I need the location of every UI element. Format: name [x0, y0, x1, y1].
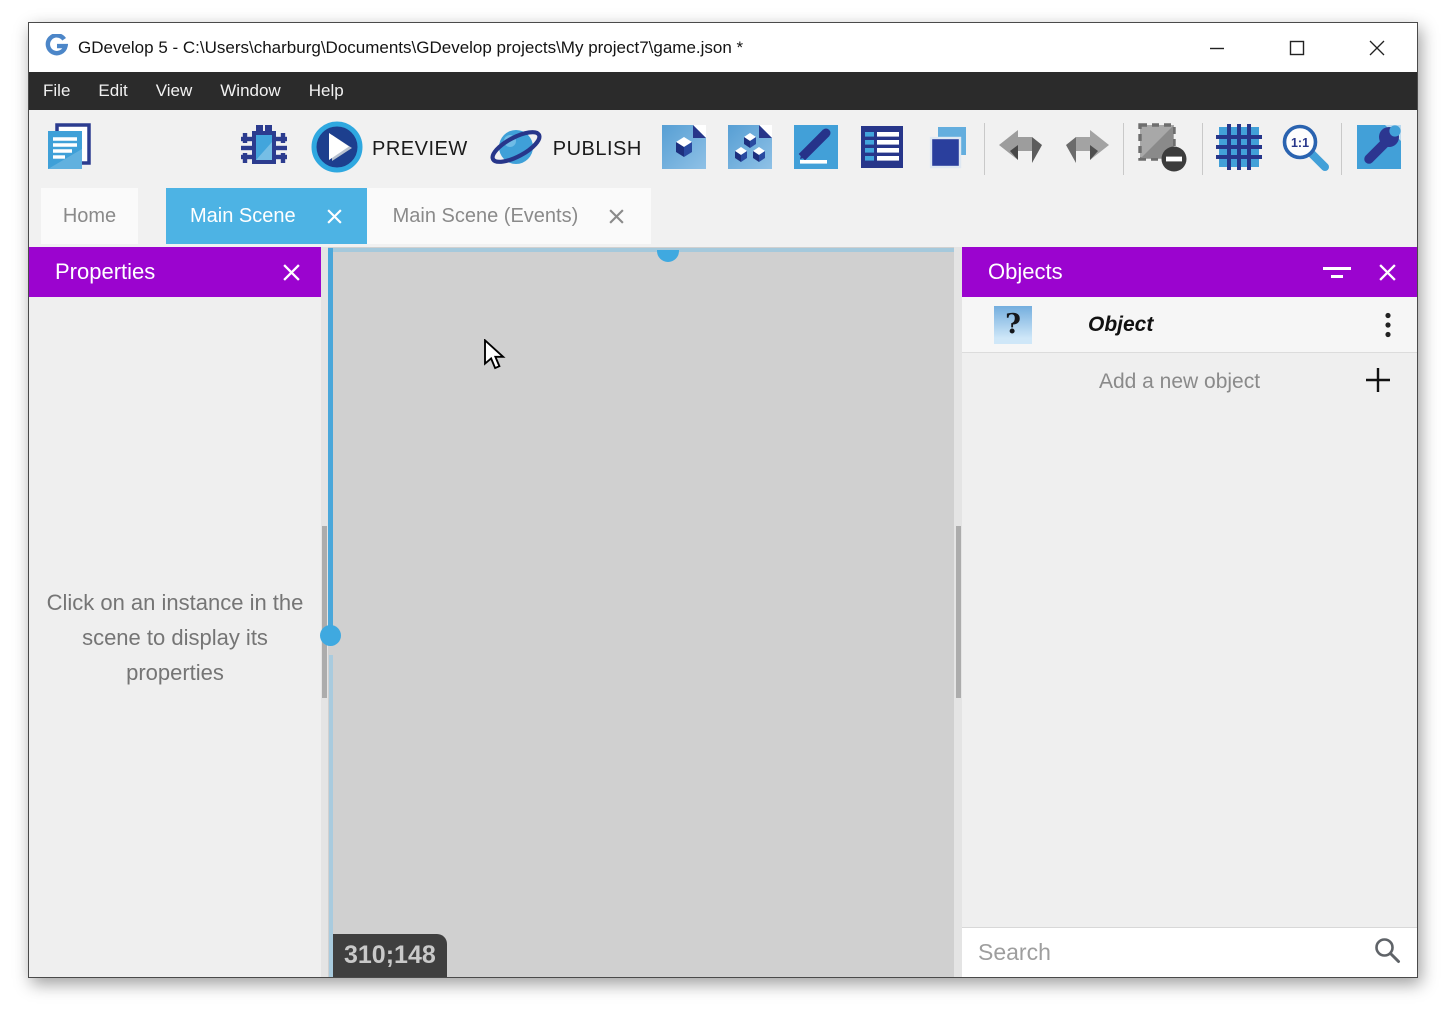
- close-panel-icon[interactable]: [282, 263, 301, 282]
- panel-resize-handle[interactable]: [954, 247, 962, 977]
- toolbar-separator: [984, 123, 985, 175]
- menu-file[interactable]: File: [29, 72, 84, 110]
- title-bar: GDevelop 5 - C:\Users\charburg\Documents…: [29, 23, 1417, 72]
- properties-panel-title: Properties: [55, 259, 155, 285]
- window-controls: [1177, 23, 1417, 72]
- publish-globe-icon: [488, 120, 544, 179]
- close-window-button[interactable]: [1337, 23, 1417, 72]
- debug-icon[interactable]: [239, 122, 289, 177]
- objects-panel-title: Objects: [988, 259, 1063, 285]
- canvas-vertical-scrollbar[interactable]: [328, 248, 333, 635]
- tab-label: Main Scene (Events): [393, 205, 579, 228]
- publish-button[interactable]: PUBLISH: [488, 120, 642, 179]
- canvas-vertical-scrollbar[interactable]: [329, 655, 333, 977]
- svg-text:1:1: 1:1: [1291, 136, 1309, 150]
- tab-bar: Home Main Scene Main Scene (Events): [29, 188, 1417, 244]
- project-manager-icon[interactable]: [43, 122, 95, 177]
- object-list-item[interactable]: ? Object: [962, 297, 1417, 353]
- toolbar-separator: [1341, 123, 1342, 175]
- layers-icon[interactable]: [924, 123, 972, 176]
- close-tab-icon[interactable]: [326, 208, 343, 225]
- filter-icon[interactable]: [1322, 264, 1352, 280]
- canvas-horizontal-scrollbar[interactable]: [333, 248, 954, 252]
- search-icon[interactable]: [1373, 936, 1401, 969]
- gdevelop-window: GDevelop 5 - C:\Users\charburg\Documents…: [28, 22, 1418, 978]
- add-new-object-row[interactable]: Add a new object: [962, 353, 1417, 411]
- mouse-cursor-icon: [483, 339, 507, 376]
- desktop-background: GDevelop 5 - C:\Users\charburg\Documents…: [0, 0, 1456, 1013]
- scene-properties-icon[interactable]: [792, 123, 840, 176]
- menu-view[interactable]: View: [142, 72, 207, 110]
- scene-canvas[interactable]: 310;148: [328, 247, 954, 977]
- tab-main-scene[interactable]: Main Scene: [166, 188, 367, 244]
- redo-icon[interactable]: [1063, 128, 1111, 171]
- add-object-label: Add a new object: [994, 370, 1365, 394]
- instances-list-icon[interactable]: [726, 123, 774, 176]
- undo-icon[interactable]: [997, 128, 1045, 171]
- maximize-button[interactable]: [1257, 23, 1337, 72]
- properties-empty-message: Click on an instance in the scene to dis…: [41, 585, 309, 690]
- deselect-mask-icon[interactable]: [1136, 121, 1190, 178]
- menu-edit[interactable]: Edit: [84, 72, 141, 110]
- tab-label: Home: [63, 205, 116, 228]
- preview-play-icon: [311, 121, 363, 178]
- events-sheet-icon[interactable]: [858, 123, 906, 176]
- close-tab-icon[interactable]: [608, 208, 625, 225]
- properties-panel-header: Properties: [29, 247, 321, 297]
- search-input[interactable]: [978, 939, 1373, 966]
- toolbar-separator: [1202, 123, 1203, 175]
- objects-panel-header: Objects: [962, 247, 1417, 297]
- vertical-scroll-thumb[interactable]: [320, 625, 341, 646]
- objects-panel: Objects ? Object: [962, 247, 1417, 977]
- toolbar: PREVIEW PUBLISH: [29, 110, 1417, 188]
- main-content: Properties Click on an instance in the s…: [29, 244, 1417, 977]
- menu-window[interactable]: Window: [206, 72, 294, 110]
- publish-label: PUBLISH: [553, 138, 642, 161]
- close-panel-icon[interactable]: [1378, 263, 1397, 282]
- properties-panel: Properties Click on an instance in the s…: [29, 247, 321, 977]
- plus-icon[interactable]: [1365, 367, 1391, 398]
- resize-handle-thumb[interactable]: [956, 526, 961, 698]
- grid-icon[interactable]: [1215, 123, 1263, 176]
- tab-label: Main Scene: [190, 205, 296, 228]
- cursor-coordinates-badge: 310;148: [333, 934, 447, 977]
- menu-help[interactable]: Help: [295, 72, 358, 110]
- window-title: GDevelop 5 - C:\Users\charburg\Documents…: [78, 38, 743, 58]
- minimize-button[interactable]: [1177, 23, 1257, 72]
- resize-handle-thumb[interactable]: [322, 526, 327, 698]
- object-name: Object: [1088, 313, 1153, 337]
- settings-wrench-icon[interactable]: [1354, 122, 1404, 177]
- toolbar-separator: [1123, 123, 1124, 175]
- objects-editor-icon[interactable]: [660, 123, 708, 176]
- object-thumbnail-question-icon: ?: [994, 306, 1032, 344]
- object-options-menu-icon[interactable]: [1385, 312, 1391, 338]
- objects-list-empty-area: [962, 411, 1417, 927]
- properties-panel-body: Click on an instance in the scene to dis…: [29, 297, 321, 977]
- preview-label: PREVIEW: [372, 138, 468, 161]
- tab-home[interactable]: Home: [41, 188, 138, 244]
- panel-resize-handle[interactable]: [321, 247, 328, 977]
- menu-bar: File Edit View Window Help: [29, 72, 1417, 110]
- tab-main-scene-events[interactable]: Main Scene (Events): [367, 188, 652, 244]
- preview-button[interactable]: PREVIEW: [311, 121, 468, 178]
- object-search-bar: [962, 927, 1417, 977]
- gdevelop-logo-icon: [45, 34, 68, 62]
- horizontal-scroll-thumb[interactable]: [657, 250, 679, 262]
- zoom-1-1-icon[interactable]: 1:1: [1279, 121, 1331, 178]
